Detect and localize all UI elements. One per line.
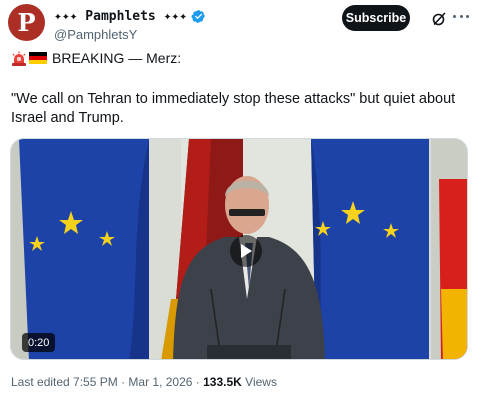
display-name[interactable]: ✦✦✦ Pamphlets ✦✦✦ [54,9,187,24]
grok-icon[interactable] [431,11,447,27]
views-count: 133.5K [203,375,242,389]
author-block: ✦✦✦ Pamphlets ✦✦✦ @PamphletsY [54,7,206,42]
views-label: Views [245,375,277,389]
handle[interactable]: @PamphletsY [54,27,206,42]
headline-text: BREAKING — Merz: [52,50,182,66]
avatar[interactable]: P [8,4,45,41]
germany-flag-icon [29,52,47,64]
more-options-icon[interactable] [453,8,469,24]
post-text: "We call on Tehran to immediately stop t… [11,91,456,126]
post-meta: Last edited 7:55 PM · Mar 1, 2026 · 133.… [11,375,277,389]
play-button[interactable] [230,235,262,267]
video-duration: 0:20 [22,333,56,352]
avatar-letter: P [17,7,36,37]
post-headline: BREAKING — Merz: [11,50,181,66]
video-player[interactable]: 0:20 [10,138,468,360]
play-icon [241,244,252,258]
verified-badge-icon [191,9,205,23]
edited-timestamp[interactable]: Last edited 7:55 PM · Mar 1, 2026 · [11,375,203,389]
subscribe-button[interactable]: Subscribe [342,5,410,31]
siren-icon [12,51,26,66]
